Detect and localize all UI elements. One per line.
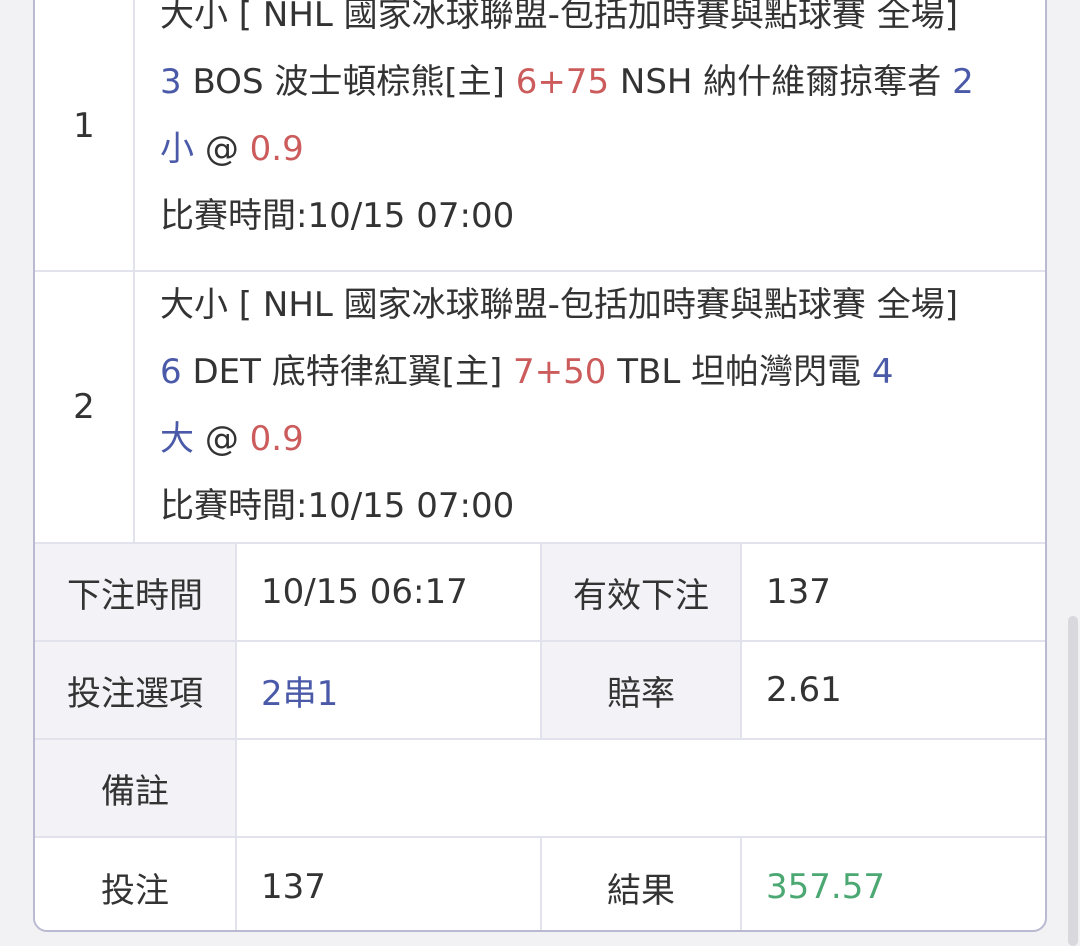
remark-label: 備註 xyxy=(35,740,237,836)
match-time: 比賽時間:10/15 07:00 xyxy=(160,196,515,236)
matchup-line: 6 DET 底特律紅翼[主] 7+50 TBL 坦帕灣閃電 4 xyxy=(160,339,1045,406)
option-label: 投注選項 xyxy=(35,642,237,738)
away-team: NSH 納什維爾掠奪者 xyxy=(619,62,942,102)
bet-time-value: 10/15 06:17 xyxy=(237,544,542,640)
detail-row-remark: 備註 xyxy=(35,740,1045,838)
at-sign: @ xyxy=(204,419,239,459)
at-sign: @ xyxy=(204,129,239,169)
bet-info: 大小 [ NHL 國家冰球聯盟-包括加時賽與點球賽 全場] 3 BOS 波士頓棕… xyxy=(135,0,1045,270)
remark-value xyxy=(237,740,1045,836)
home-team: DET 底特律紅翼[主] xyxy=(192,352,503,392)
valid-bet-value: 137 xyxy=(766,572,831,612)
stake-value: 137 xyxy=(237,838,542,930)
result-label: 結果 xyxy=(542,838,742,930)
option-value: 2串1 xyxy=(237,642,542,738)
match-time: 比賽時間:10/15 07:00 xyxy=(160,486,515,526)
away-score: 2 xyxy=(952,62,974,102)
detail-row-bet-time: 下注時間 10/15 06:17 有效下注 137 xyxy=(35,544,1045,642)
handicap-line: 7+50 xyxy=(513,352,607,392)
market-name: 大小 [ NHL 國家冰球聯盟-包括加時賽與點球賽 全場] xyxy=(160,285,958,325)
odds-value: 2.61 xyxy=(766,670,842,710)
pick-odds: 0.9 xyxy=(249,419,304,459)
away-team: TBL 坦帕灣閃電 xyxy=(617,352,862,392)
bet-index: 1 xyxy=(35,0,135,270)
home-score: 3 xyxy=(160,62,182,102)
detail-row-option: 投注選項 2串1 賠率 2.61 xyxy=(35,642,1045,740)
handicap-line: 6+75 xyxy=(515,62,610,102)
pick-line: 大 @ 0.9 xyxy=(160,406,1045,473)
valid-bet-label: 有效下注 xyxy=(542,544,742,640)
odds-label: 賠率 xyxy=(542,642,742,738)
home-team: BOS 波士頓棕熊[主] xyxy=(192,62,505,102)
scrollbar[interactable] xyxy=(1068,616,1078,946)
stake-label: 投注 xyxy=(35,838,237,930)
matchup-line: 3 BOS 波士頓棕熊[主] 6+75 NSH 納什維爾掠奪者 2 xyxy=(160,49,1045,116)
bet-row: 2 大小 [ NHL 國家冰球聯盟-包括加時賽與點球賽 全場] 6 DET 底特… xyxy=(35,272,1045,544)
bet-row: 1 大小 [ NHL 國家冰球聯盟-包括加時賽與點球賽 全場] 3 BOS 波士… xyxy=(35,0,1045,272)
result-value: 357.57 xyxy=(766,867,885,907)
pick-odds: 0.9 xyxy=(249,129,304,169)
pick-value: 大 xyxy=(160,419,194,459)
detail-row-stake: 投注 137 結果 357.57 xyxy=(35,838,1045,930)
market-name: 大小 [ NHL 國家冰球聯盟-包括加時賽與點球賽 全場] xyxy=(160,0,958,35)
pick-value: 小 xyxy=(160,129,194,169)
away-score: 4 xyxy=(871,352,894,392)
bet-slip-card: 1 大小 [ NHL 國家冰球聯盟-包括加時賽與點球賽 全場] 3 BOS 波士… xyxy=(33,0,1047,932)
bet-info: 大小 [ NHL 國家冰球聯盟-包括加時賽與點球賽 全場] 6 DET 底特律紅… xyxy=(135,272,1045,542)
pick-line: 小 @ 0.9 xyxy=(160,116,1045,183)
bet-time-label: 下注時間 xyxy=(35,544,237,640)
home-score: 6 xyxy=(160,352,182,392)
bet-index: 2 xyxy=(35,272,135,542)
